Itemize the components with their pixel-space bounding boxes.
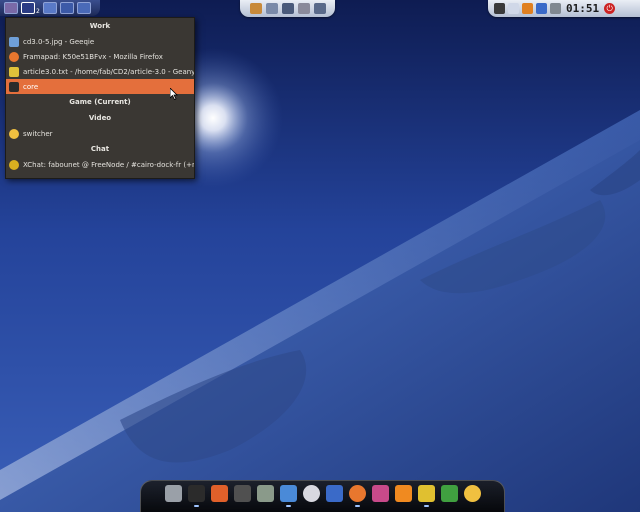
network-icon[interactable] (233, 485, 251, 502)
desktop-thumbnail-icon[interactable] (42, 2, 57, 14)
mail-icon[interactable] (325, 485, 343, 502)
notes-icon[interactable] (297, 3, 310, 14)
window-menu-item-label: cd3.0-5.jpg - Geeqie (23, 37, 95, 46)
software-center-icon[interactable] (210, 485, 228, 502)
edit-icon[interactable] (281, 3, 294, 14)
appearance-icon[interactable] (440, 485, 458, 502)
window-menu-item[interactable]: switcher (6, 126, 194, 141)
window-icon[interactable] (265, 3, 278, 14)
display-icon[interactable] (313, 3, 326, 14)
top-launcher-bar (240, 0, 335, 17)
geany-icon (9, 66, 19, 77)
calculator-icon[interactable] (256, 485, 274, 502)
ftp-icon[interactable] (494, 3, 505, 14)
desktop-thumbnail-icon[interactable] (76, 2, 91, 14)
window-menu-item-label: core (23, 82, 39, 91)
firefox-icon[interactable] (348, 485, 366, 507)
cd-icon[interactable] (302, 485, 320, 502)
network-icon[interactable] (536, 3, 547, 14)
geeqie-icon (9, 36, 19, 47)
xchat-icon (9, 159, 19, 170)
window-menu-item-label: switcher (23, 129, 53, 138)
firefox-icon (9, 51, 19, 62)
switcher-icon[interactable] (463, 485, 481, 502)
desktop-thumbnail-icon[interactable] (21, 2, 35, 14)
switcher-icon (9, 128, 19, 139)
desktop-number-label: 2 (36, 7, 40, 15)
window-menu-item[interactable]: XChat: fabounet @ FreeNode / #cairo-dock… (6, 157, 194, 172)
window-menu-item-label: article3.0.txt - /home/fab/CD2/article-3… (23, 67, 194, 76)
desktop-thumbnail-icon[interactable] (59, 2, 74, 14)
mouse-cursor-icon (170, 88, 178, 100)
power-icon[interactable]: ⏻ (604, 3, 616, 14)
menu-group-header: Game (Current) (69, 98, 131, 106)
image-viewer-icon[interactable] (279, 485, 297, 507)
window-menu-item[interactable]: cd3.0-5.jpg - Geeqie (6, 34, 194, 49)
window-menu-item[interactable]: core (6, 79, 194, 94)
window-menu-item[interactable]: Framapad: K50e51BFvx - Mozilla Firefox (6, 49, 194, 64)
sound-icon[interactable] (550, 3, 561, 14)
system-tray: 01:51 ⏻ (488, 0, 640, 17)
mail-icon[interactable] (508, 3, 519, 14)
window-menu-item[interactable]: article3.0.txt - /home/fab/CD2/article-3… (6, 64, 194, 79)
desktop-switcher[interactable]: 2 (0, 0, 100, 16)
terminal-icon[interactable] (187, 485, 205, 507)
window-list-menu: Work cd3.0-5.jpg - Geeqie Framapad: K50e51… (5, 17, 195, 179)
menu-group-header: Chat (90, 145, 110, 153)
desktop-thumbnail-icon[interactable] (4, 2, 18, 14)
window-menu-item-label: XChat: fabounet @ FreeNode / #cairo-dock… (23, 160, 194, 169)
clock[interactable]: 01:51 (564, 2, 601, 15)
home-folder-icon[interactable] (249, 3, 262, 14)
menu-group-header: Work (89, 22, 111, 30)
menu-group-header: Video (88, 114, 112, 122)
dock (150, 482, 495, 507)
trash-icon[interactable] (164, 485, 182, 502)
chat-icon[interactable] (417, 485, 435, 507)
window-menu-item-label: Framapad: K50e51BFvx - Mozilla Firefox (23, 52, 163, 61)
weather-icon[interactable] (522, 3, 533, 14)
terminal-icon (9, 81, 19, 92)
tools-icon[interactable] (394, 485, 412, 502)
rss-icon[interactable] (371, 485, 389, 502)
